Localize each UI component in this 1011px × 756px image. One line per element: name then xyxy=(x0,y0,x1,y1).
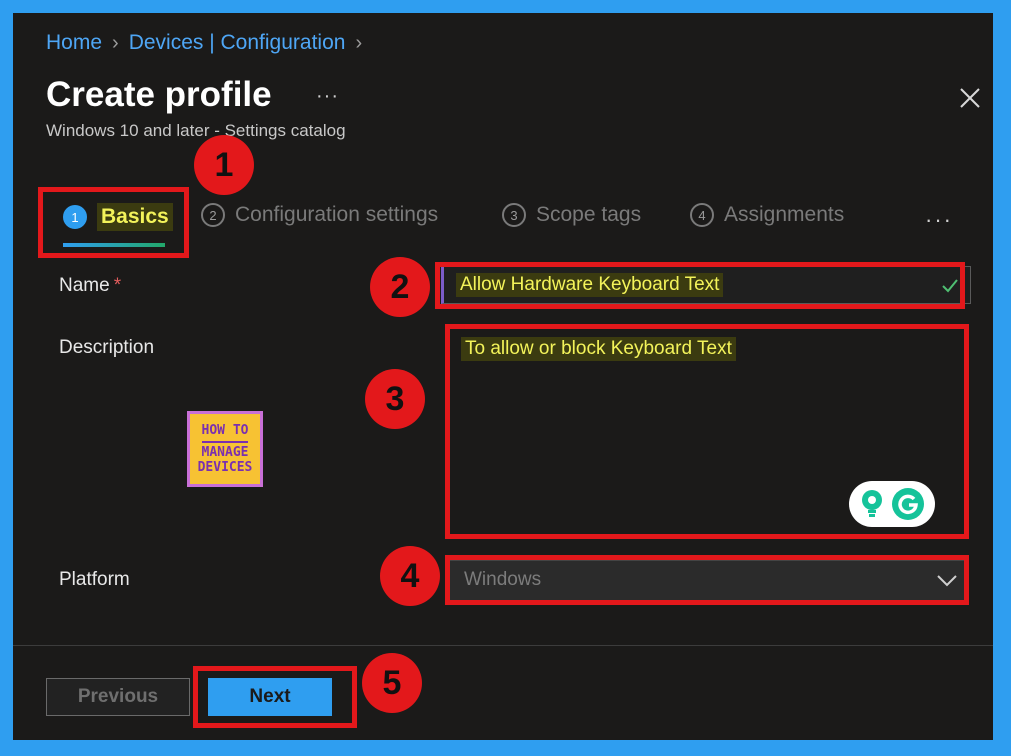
annotation-box-description xyxy=(445,324,969,539)
annotation-badge-3: 3 xyxy=(365,369,425,429)
annotation-badge-2: 2 xyxy=(370,257,430,317)
breadcrumb-devices-configuration[interactable]: Devices | Configuration xyxy=(129,31,346,55)
annotation-badge-5: 5 xyxy=(362,653,422,713)
tab-label: Configuration settings xyxy=(235,203,439,226)
tab-label: Scope tags xyxy=(536,203,642,226)
chevron-right-icon: › xyxy=(355,31,363,54)
how-to-manage-devices-logo: HOW TO MANAGE DEVICES xyxy=(187,411,263,487)
annotation-box-platform xyxy=(445,555,969,605)
platform-label: Platform xyxy=(59,569,130,590)
annotation-box-next xyxy=(193,666,357,728)
logo-line: MANAGE xyxy=(201,441,249,460)
close-icon[interactable] xyxy=(955,83,985,113)
annotation-box-basics xyxy=(38,187,189,258)
name-label: Name * xyxy=(59,275,121,297)
step-number: 3 xyxy=(502,203,526,227)
tab-scope-tags[interactable]: 3 Scope tags xyxy=(502,203,641,227)
previous-button[interactable]: Previous xyxy=(46,678,190,716)
footer-divider xyxy=(13,645,993,646)
more-actions-icon[interactable]: ··· xyxy=(316,85,339,108)
logo-line: DEVICES xyxy=(197,460,253,475)
tab-label: Assignments xyxy=(724,203,845,226)
chevron-right-icon: › xyxy=(112,31,119,54)
annotation-badge-4: 4 xyxy=(380,546,440,606)
create-profile-panel: Home › Devices | Configuration › Create … xyxy=(13,13,993,740)
annotation-box-name xyxy=(435,262,965,309)
page-subtitle: Windows 10 and later - Settings catalog xyxy=(46,121,346,140)
tab-configuration-settings[interactable]: 2 Configuration settings xyxy=(201,203,438,227)
breadcrumb-home[interactable]: Home xyxy=(46,31,102,55)
logo-line: HOW TO xyxy=(201,423,249,438)
annotation-badge-1: 1 xyxy=(194,135,254,195)
tab-assignments[interactable]: 4 Assignments xyxy=(690,203,844,227)
tabs-more-icon[interactable]: ··· xyxy=(925,207,953,233)
step-number: 2 xyxy=(201,203,225,227)
breadcrumb: Home › Devices | Configuration › xyxy=(46,31,362,55)
required-indicator: * xyxy=(113,275,122,296)
step-number: 4 xyxy=(690,203,714,227)
page-title: Create profile xyxy=(46,75,272,114)
description-label: Description xyxy=(59,337,155,358)
name-label-text: Name xyxy=(59,275,110,296)
